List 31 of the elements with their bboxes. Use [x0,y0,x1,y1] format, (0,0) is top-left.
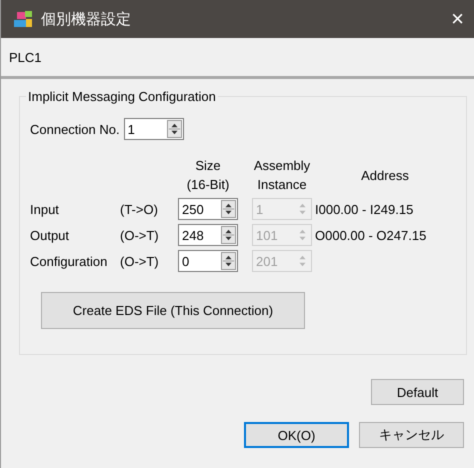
spinner-arrows-icon[interactable] [221,200,236,218]
row-label: Output [30,228,70,242]
column-header: Instance [257,176,307,194]
spinner-arrows-icon[interactable] [221,226,236,244]
default-button[interactable]: Default [371,379,464,405]
spinner-arrows-icon[interactable] [166,120,182,138]
number-field[interactable]: 0 [178,250,238,272]
close-button[interactable]: × [447,8,468,30]
dialog-button[interactable]: OK(O) [244,422,349,448]
column-header: Assembly [254,157,310,175]
direction-label: (O->T) [120,228,160,242]
row-label: Input [30,202,60,216]
row-label: Configuration [30,254,108,268]
direction-label: (T->O) [120,202,159,216]
group-title: Implicit Messaging Configuration [27,89,217,104]
window-title: 個別機器設定 [41,10,132,28]
column-header: (16-Bit) [186,176,230,194]
number-field[interactable]: 1 [124,118,184,140]
app-icon [13,10,33,28]
direction-label: (O->T) [120,254,160,268]
address-text: O000.00 - O247.15 [314,228,428,242]
column-header: Size [195,157,221,175]
dialog-button[interactable]: キャンセル [359,422,464,448]
create-eds-button[interactable]: Create EDS File (This Connection) [41,292,305,329]
number-field[interactable]: 250 [178,198,238,220]
number-field[interactable]: 248 [178,224,238,246]
column-header: Address [361,166,409,184]
address-text: I000.00 - I249.15 [314,202,414,216]
field-label: Connection No. [30,122,120,136]
device-name-bar: PLC1 [1,38,474,79]
spinner-arrows-icon[interactable] [221,252,236,270]
